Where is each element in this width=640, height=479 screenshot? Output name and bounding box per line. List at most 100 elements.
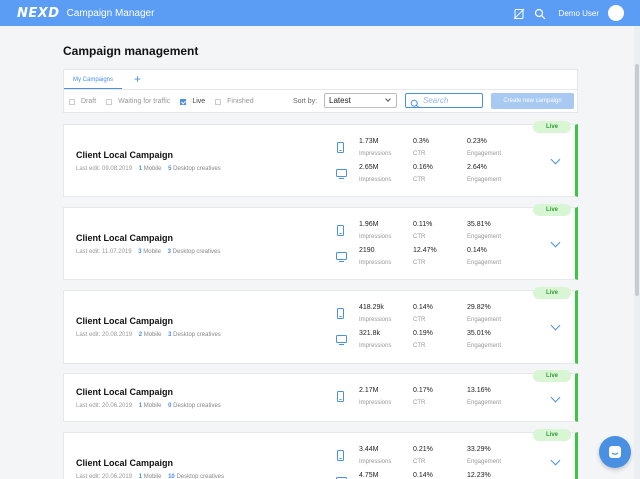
ctr-label: CTR	[413, 151, 426, 157]
filter-label: Draft	[81, 98, 97, 105]
checkbox-live[interactable]	[180, 98, 187, 105]
ctr-label: CTR	[413, 177, 426, 183]
mobile-stats-row: 1.73M Impressions 0.3% CTR 0.23% Engagement	[336, 138, 526, 160]
campaign-name[interactable]: Client Local Campaign	[76, 387, 173, 397]
campaign-card[interactable]: Live Client Local Campaign Last edit: 20.0…	[63, 287, 578, 364]
search-icon	[410, 96, 420, 114]
impressions-value: 4.75M	[359, 472, 379, 479]
user-name[interactable]: Demo User	[559, 9, 599, 18]
last-edit: Last edit: 20.06.2019	[76, 474, 133, 479]
campaign-name[interactable]: Client Local Campaign	[76, 458, 173, 468]
campaign-name[interactable]: Client Local Campaign	[76, 150, 173, 160]
desktop-label: Desktop creatives	[173, 166, 221, 172]
campaign-card[interactable]: Live Client Local Campaign Last edit: 11.0…	[63, 204, 578, 280]
engagement-label: Engagement	[467, 260, 502, 266]
chevron-down-icon[interactable]	[550, 392, 561, 403]
engagement-label: Engagement	[467, 400, 502, 406]
status-badge: Live	[533, 287, 571, 299]
filter-draft[interactable]: Draft	[69, 98, 96, 105]
engagement-label: Engagement	[467, 317, 502, 323]
last-edit: Last edit: 11.07.2019	[76, 249, 132, 255]
desktop-icon	[336, 166, 347, 184]
chevron-down-icon[interactable]	[550, 320, 561, 331]
desktop-count: 3	[168, 332, 172, 338]
filter-label: Waiting for traffic	[118, 98, 171, 105]
ctr-label: CTR	[413, 260, 426, 266]
impressions-value: 321.8k	[359, 330, 381, 337]
engagement-value: 13.16%	[467, 387, 491, 394]
campaign-card[interactable]: Live Client Local Campaign Last edit: 09.0…	[63, 121, 578, 197]
engagement-label: Engagement	[467, 343, 502, 349]
campaign-meta: Last edit: 09.08.2019 1 Mobile 5 Desktop…	[76, 166, 221, 172]
filter-waiting[interactable]: Waiting for traffic	[106, 98, 170, 105]
mobile-count: 1	[138, 403, 143, 409]
mobile-count: 1	[138, 166, 143, 172]
campaign-meta: Last edit: 20.08.2019 2 Mobile 3 Desktop…	[76, 332, 221, 338]
settings-icon[interactable]	[513, 7, 525, 20]
engagement-value: 35.01%	[467, 330, 491, 337]
filter-label: Finished	[227, 98, 254, 105]
nexd-logo[interactable]: NEXD	[17, 6, 60, 21]
scrollbar[interactable]	[634, 26, 640, 479]
status-badge: Live	[533, 370, 571, 382]
ctr-value: 0.14%	[413, 472, 433, 479]
chevron-down-icon[interactable]	[550, 455, 561, 466]
checkbox-finished[interactable]	[215, 98, 222, 105]
mobile-count: 1	[138, 474, 143, 479]
desktop-label: Desktop creatives	[173, 332, 221, 338]
campaign-card[interactable]: Live Client Local Campaign Last edit: 20.0…	[63, 429, 578, 479]
ctr-label: CTR	[413, 234, 426, 240]
impressions-value: 2.65M	[359, 164, 379, 171]
engagement-label: Engagement	[467, 459, 502, 465]
filter-bar: Draft Waiting for traffic Live Finished …	[64, 90, 577, 113]
mobile-label: Mobile	[143, 249, 161, 255]
last-edit: Last edit: 09.08.2019	[76, 166, 133, 172]
engagement-value: 0.23%	[467, 138, 487, 145]
campaign-card[interactable]: Live Client Local Campaign Last edit: 20.0…	[63, 370, 578, 422]
tab-my-campaigns[interactable]: My Campaigns	[64, 69, 123, 89]
chat-button[interactable]	[599, 436, 631, 468]
impressions-value: 418.29k	[359, 304, 384, 311]
impressions-label: Impressions	[359, 343, 392, 349]
ctr-label: CTR	[413, 317, 426, 323]
sort-label: Sort by:	[293, 98, 318, 105]
impressions-label: Impressions	[359, 400, 392, 406]
sort-value: Latest	[329, 96, 351, 105]
desktop-stats-row: 4.75MImpressions0.14%CTR12.23%Engagement	[336, 472, 526, 479]
desktop-label: Desktop creatives	[172, 249, 221, 255]
engagement-value: 35.81%	[467, 221, 491, 228]
impressions-label: Impressions	[359, 459, 392, 465]
add-tab-icon[interactable]: +	[134, 72, 141, 86]
create-campaign-button[interactable]: Create new campaign	[491, 93, 574, 109]
engagement-label: Engagement	[467, 151, 502, 157]
campaign-name[interactable]: Client Local Campaign	[76, 233, 173, 243]
chevron-down-icon	[385, 96, 391, 102]
desktop-icon	[336, 474, 347, 479]
engagement-value: 2.64%	[467, 164, 487, 171]
desktop-icon	[336, 249, 347, 267]
checkbox-draft[interactable]	[69, 98, 75, 105]
chevron-down-icon[interactable]	[550, 154, 561, 165]
impressions-label: Impressions	[359, 151, 392, 157]
impressions-label: Impressions	[359, 234, 392, 240]
search-icon[interactable]	[534, 7, 546, 20]
impressions-value: 1.96M	[359, 221, 379, 228]
chevron-down-icon[interactable]	[550, 237, 561, 248]
last-edit: Last edit: 20.06.2019	[76, 403, 133, 409]
ctr-value: 12.47%	[413, 247, 437, 254]
sort-select[interactable]: Latest	[324, 93, 397, 108]
status-badge: Live	[533, 121, 571, 133]
engagement-label: Engagement	[467, 234, 502, 240]
ctr-value: 0.11%	[413, 221, 433, 228]
checkbox-waiting[interactable]	[106, 98, 113, 105]
mobile-label: Mobile	[143, 474, 162, 479]
search-input[interactable]: Search	[405, 93, 483, 109]
impressions-value: 1.73M	[359, 138, 379, 145]
filter-finished[interactable]: Finished	[215, 98, 254, 105]
status-badge: Live	[533, 429, 571, 441]
avatar[interactable]	[608, 5, 624, 21]
scrollbar-thumb[interactable]	[635, 64, 639, 296]
ctr-label: CTR	[413, 459, 426, 465]
filter-live[interactable]: Live	[180, 98, 205, 105]
campaign-name[interactable]: Client Local Campaign	[76, 316, 173, 326]
